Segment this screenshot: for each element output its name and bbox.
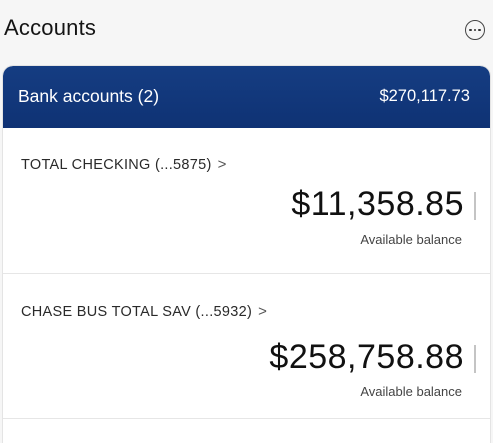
bank-accounts-header[interactable]: Bank accounts (2) $270,117.73 [3, 66, 490, 128]
page-header: Accounts [0, 0, 493, 62]
account-name: CHASE BUS TOTAL SAV (...5932) [21, 304, 253, 320]
balance-label: Available balance [360, 232, 462, 247]
page-title: Accounts [4, 15, 97, 40]
more-options-icon[interactable] [465, 20, 485, 40]
more-dot [473, 28, 477, 32]
bank-accounts-total: $270,117.73 [379, 87, 470, 105]
row-divider [3, 418, 490, 419]
drag-handle [474, 192, 476, 220]
chevron-right-icon: > [258, 303, 268, 320]
bank-accounts-card: Bank accounts (2) $270,117.73 TOTAL CHEC… [3, 66, 490, 443]
account-balance: $258,758.88 [269, 338, 464, 376]
balance-label: Available balance [360, 384, 462, 399]
drag-handle [474, 345, 476, 373]
account-name-link[interactable]: TOTAL CHECKING (...5875) > [21, 156, 227, 173]
more-dot [478, 28, 481, 32]
accounts-page: Accounts Bank accounts (2) $270,117.73 T… [0, 0, 493, 443]
account-balance: $11,358.85 [291, 185, 464, 223]
chevron-right-icon: > [217, 156, 227, 173]
account-name: TOTAL CHECKING (...5875) [21, 157, 212, 173]
account-name-link[interactable]: CHASE BUS TOTAL SAV (...5932) > [21, 303, 267, 320]
more-dot [469, 28, 472, 32]
bank-accounts-title: Bank accounts (2) [18, 86, 160, 106]
row-divider [3, 273, 490, 274]
account-row-checking[interactable]: TOTAL CHECKING (...5875) > $11,358.85 Ava… [3, 128, 490, 268]
account-row-savings[interactable]: CHASE BUS TOTAL SAV (...5932) > $258,758.… [3, 275, 490, 415]
